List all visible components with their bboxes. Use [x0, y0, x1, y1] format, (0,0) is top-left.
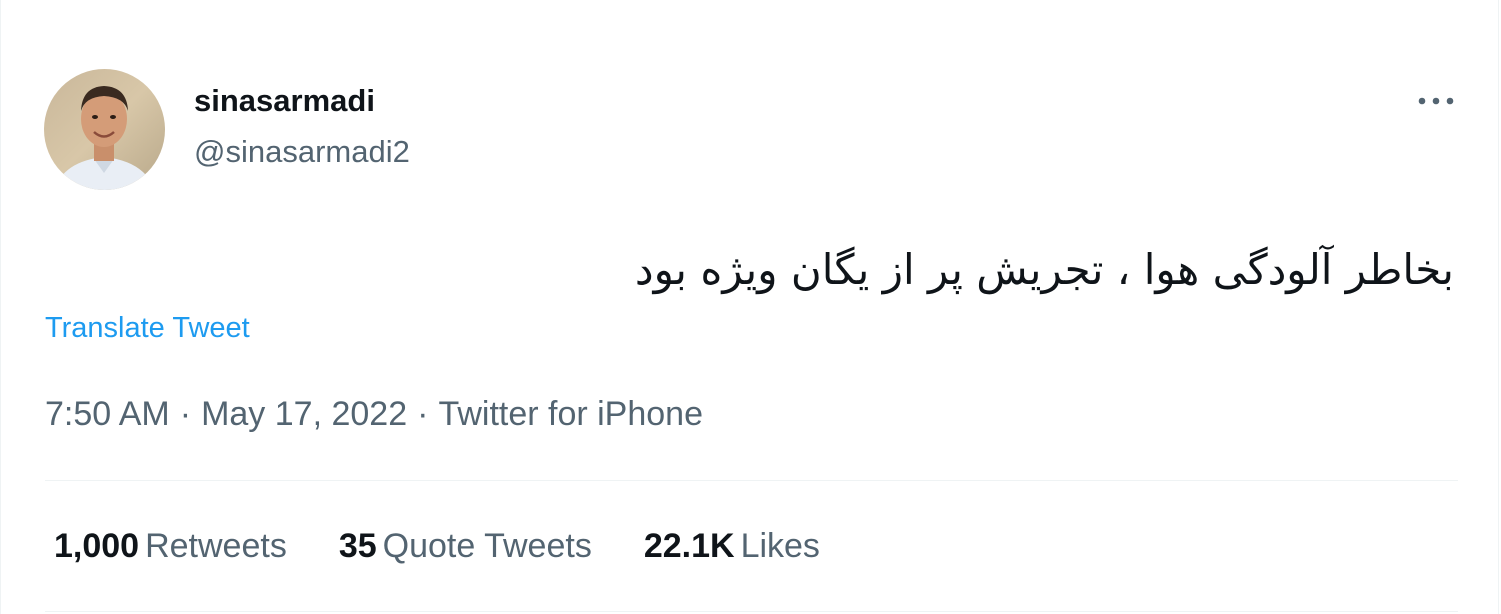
more-options-button[interactable]: [1411, 84, 1461, 118]
likes-count: 22.1K: [643, 527, 735, 565]
likes-label: Likes: [740, 527, 820, 565]
meta-separator: ·: [179, 395, 192, 433]
translate-tweet-link[interactable]: Translate Tweet: [45, 312, 250, 345]
avatar[interactable]: [44, 69, 165, 190]
quote-tweets-stat[interactable]: 35 Quote Tweets: [339, 527, 592, 566]
divider: [45, 611, 1458, 612]
retweets-label: Retweets: [145, 527, 287, 565]
quote-tweets-count: 35: [338, 527, 377, 565]
tweet-text: بخاطر آلودگی هوا ، تجریش پر از یگان ویژه…: [634, 245, 1454, 294]
quote-tweets-label: Quote Tweets: [382, 527, 592, 565]
more-horizontal-icon: [1418, 97, 1454, 105]
meta-separator: ·: [417, 395, 429, 433]
tweet-metadata: 7:50 AM · May 17, 2022 · Twitter for iPhone: [45, 395, 703, 434]
display-name[interactable]: sinasarmadi: [194, 83, 375, 119]
tweet-card: sinasarmadi @sinasarmadi2 بخاطر آلودگی ه…: [0, 0, 1499, 614]
user-handle[interactable]: @sinasarmadi2: [194, 134, 410, 170]
retweets-stat[interactable]: 1,000 Retweets: [54, 527, 287, 566]
tweet-date[interactable]: May 17, 2022: [201, 395, 407, 433]
tweet-time[interactable]: 7:50 AM: [45, 395, 170, 433]
tweet-stats: 1,000 Retweets 35 Quote Tweets 22.1K Likes: [54, 527, 820, 566]
avatar-image: [44, 69, 165, 190]
likes-stat[interactable]: 22.1K Likes: [644, 527, 820, 566]
divider: [45, 480, 1458, 481]
retweets-count: 1,000: [54, 527, 140, 565]
tweet-source[interactable]: Twitter for iPhone: [438, 395, 703, 433]
